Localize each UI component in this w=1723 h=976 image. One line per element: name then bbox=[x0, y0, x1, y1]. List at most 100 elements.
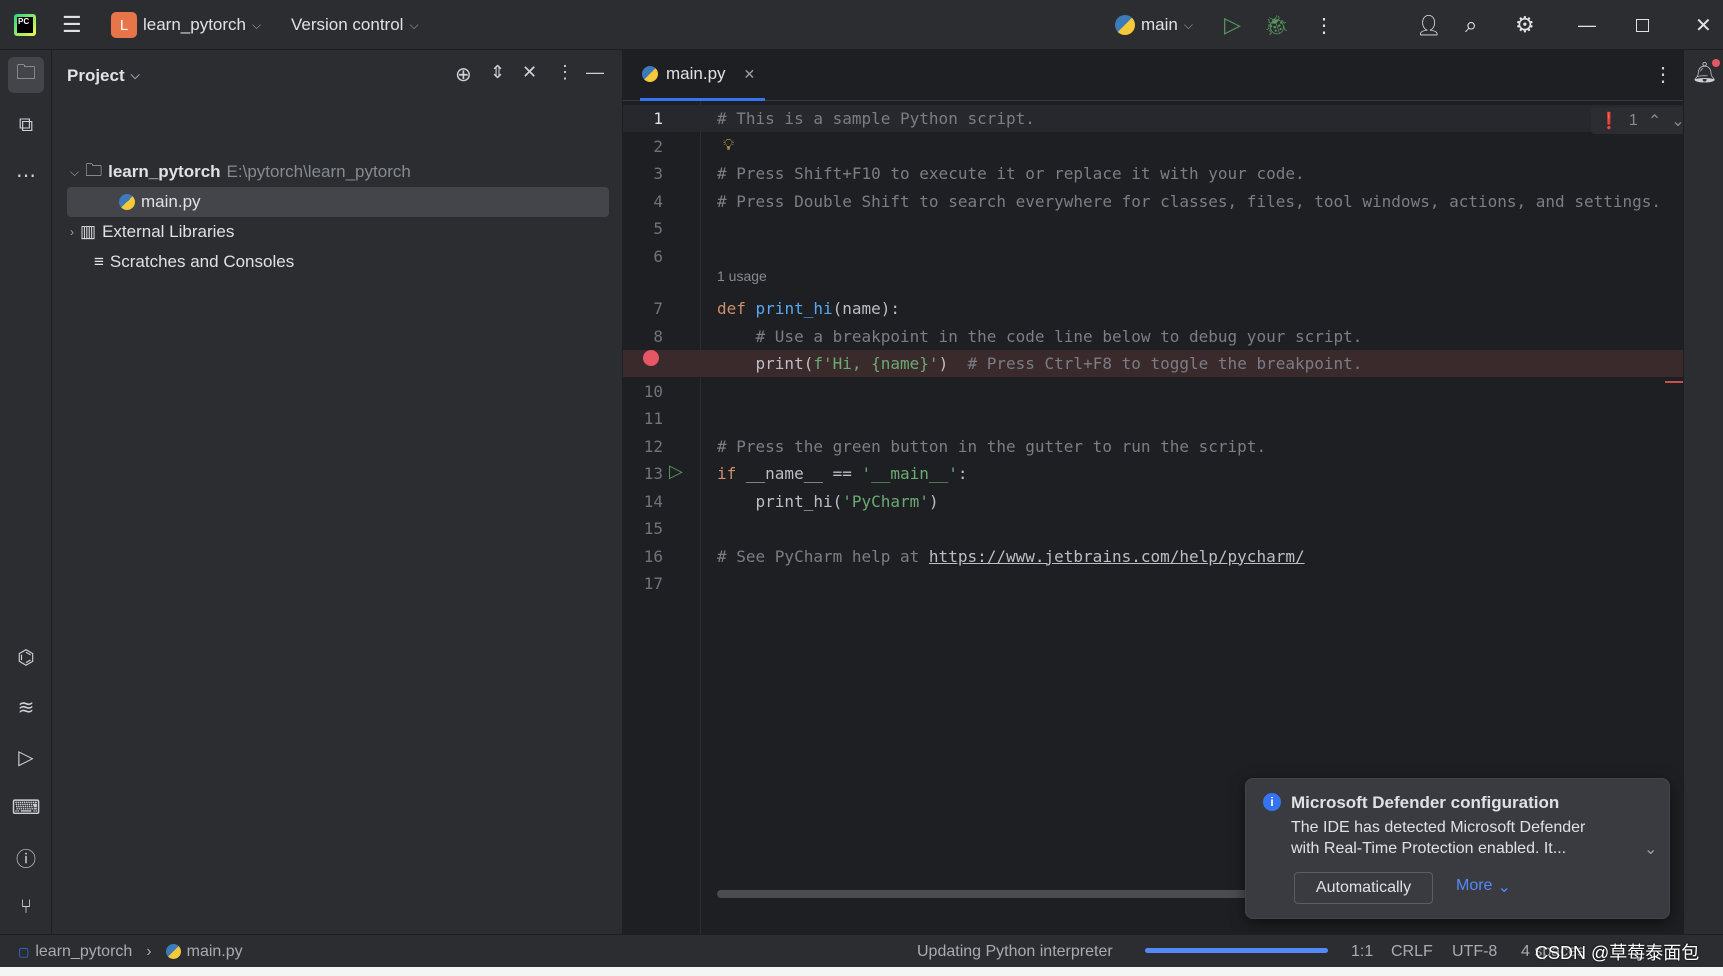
code-line[interactable]: 11 bbox=[623, 405, 1683, 432]
code-line[interactable]: 17 bbox=[623, 570, 1683, 597]
code-line[interactable]: 12 # Press the green button in the gutter… bbox=[623, 433, 1683, 460]
minimize-button[interactable]: — bbox=[1578, 0, 1596, 50]
code-line[interactable]: 3 # Press Shift+F10 to execute it or repl… bbox=[623, 160, 1683, 187]
file-encoding[interactable]: UTF-8 bbox=[1452, 935, 1497, 968]
breadcrumb-file[interactable]: main.py bbox=[187, 943, 243, 961]
breakpoint-icon[interactable] bbox=[643, 350, 659, 366]
line-number[interactable]: 7 bbox=[623, 295, 663, 322]
title-bar: PC ☰ L learn_pytorch ⌵ Version control ⌵ … bbox=[0, 0, 1723, 50]
code-line[interactable]: 4 # Press Double Shift to search everywhe… bbox=[623, 188, 1683, 215]
run-config-selector[interactable]: main ⌵ bbox=[1115, 0, 1193, 50]
line-number[interactable]: 17 bbox=[623, 570, 663, 597]
hide-panel-icon[interactable]: — bbox=[586, 62, 604, 83]
library-icon: ▥ bbox=[80, 222, 97, 241]
line-number[interactable]: 13 bbox=[623, 460, 663, 487]
problems-icon[interactable]: ⓘ bbox=[8, 839, 44, 875]
tree-item-project-root[interactable]: ⌵ 🗀︎ learn_pytorch E:\pytorch\learn_pytor… bbox=[70, 157, 411, 187]
code-line[interactable]: 6 bbox=[623, 243, 1683, 270]
python-console-icon[interactable]: ⌬ bbox=[8, 639, 44, 675]
project-tool-icon[interactable]: 🗀︎ bbox=[8, 57, 44, 93]
line-number[interactable]: 11 bbox=[623, 405, 663, 432]
locate-icon[interactable]: ⊕ bbox=[455, 62, 472, 87]
more-tools-icon[interactable]: ⋯ bbox=[8, 157, 44, 193]
close-tab-icon[interactable]: ✕ bbox=[744, 66, 756, 83]
tree-item-main-py[interactable]: main.py bbox=[67, 187, 609, 217]
expand-all-icon[interactable]: ⇕ bbox=[490, 62, 505, 83]
terminal-icon[interactable]: ⌨ bbox=[8, 789, 44, 825]
code-line[interactable]: 16 # See PyCharm help at https://www.jetb… bbox=[623, 543, 1683, 570]
background-task[interactable]: Updating Python interpreter bbox=[917, 935, 1113, 968]
code-line[interactable]: 15 bbox=[623, 515, 1683, 542]
caret-position[interactable]: 1:1 bbox=[1351, 935, 1373, 968]
notifications-icon[interactable]: 🔔︎ bbox=[1692, 59, 1721, 85]
horizontal-scrollbar[interactable] bbox=[717, 890, 1257, 898]
inspection-widget[interactable]: ❗ 1 ⌃ ⌄ bbox=[1591, 107, 1693, 134]
code-line[interactable]: 5 bbox=[623, 215, 1683, 242]
collapse-all-icon[interactable]: ✕ bbox=[522, 62, 537, 83]
breadcrumb: ▢ learn_pytorch › main.py bbox=[18, 935, 243, 968]
lightbulb-icon[interactable]: 💡︎ bbox=[723, 137, 734, 155]
git-icon[interactable]: ⑂ bbox=[8, 889, 44, 925]
code-line[interactable]: 2 bbox=[623, 133, 1683, 160]
layers-icon[interactable]: ≋ bbox=[8, 689, 44, 725]
debug-icon[interactable]: 🐞︎ bbox=[1264, 0, 1289, 50]
tree-label: Scratches and Consoles bbox=[109, 252, 295, 271]
line-number[interactable]: 16 bbox=[623, 543, 663, 570]
code-line[interactable]: 10 bbox=[623, 378, 1683, 405]
code-line[interactable]: 14 print_hi('PyCharm') bbox=[623, 488, 1683, 515]
line-number[interactable]: 8 bbox=[623, 323, 663, 350]
tab-options-icon[interactable]: ⋮ bbox=[1653, 62, 1673, 87]
code-text: # This is a sample Python script. bbox=[717, 109, 1035, 128]
python-file-icon bbox=[165, 944, 181, 959]
chevron-up-icon[interactable]: ⌃ bbox=[1648, 111, 1661, 131]
expand-icon[interactable]: ⌄ bbox=[1644, 839, 1657, 859]
tree-item-scratches[interactable]: ≡ Scratches and Consoles bbox=[94, 247, 294, 277]
tree-label: main.py bbox=[141, 192, 201, 211]
maximize-button[interactable] bbox=[1636, 0, 1649, 50]
line-number[interactable]: 10 bbox=[623, 378, 663, 405]
line-number[interactable]: 4 bbox=[623, 188, 663, 215]
python-icon bbox=[1115, 15, 1135, 35]
more-icon[interactable]: ⋮ bbox=[1314, 0, 1334, 50]
code-line[interactable]: 8 # Use a breakpoint in the code line be… bbox=[623, 323, 1683, 350]
code-line[interactable]: 7 def print_hi(name): bbox=[623, 295, 1683, 322]
line-number[interactable]: 5 bbox=[623, 215, 663, 242]
code-line[interactable]: print(f'Hi, {name}') # Press Ctrl+F8 to … bbox=[623, 350, 1683, 377]
line-separator[interactable]: CRLF bbox=[1391, 935, 1433, 968]
options-icon[interactable]: ⋮ bbox=[556, 62, 574, 83]
structure-icon[interactable]: ⧉ bbox=[8, 107, 44, 143]
notification-body: The IDE has detected Microsoft Defender bbox=[1291, 819, 1586, 836]
tab-main-py[interactable]: main.py ✕ bbox=[640, 50, 766, 101]
folder-icon: 🗀︎ bbox=[85, 160, 103, 180]
line-number[interactable]: 1 bbox=[623, 105, 663, 132]
code-line[interactable]: 13 if __name__ == '__main__': bbox=[623, 460, 1683, 487]
services-icon[interactable]: ▷ bbox=[8, 739, 44, 775]
vcs-menu[interactable]: Version control ⌵ bbox=[291, 0, 419, 50]
run-icon[interactable]: ▷ bbox=[1224, 0, 1241, 50]
line-number[interactable]: 6 bbox=[623, 243, 663, 270]
project-selector[interactable]: L learn_pytorch ⌵ bbox=[111, 0, 261, 50]
error-count: 1 bbox=[1628, 111, 1638, 129]
add-user-icon[interactable]: 👤︎ bbox=[1416, 0, 1441, 50]
main-menu-icon[interactable]: ☰ bbox=[62, 0, 82, 50]
code-line[interactable]: 1 # This is a sample Python script. bbox=[623, 105, 1683, 132]
project-badge: L bbox=[111, 12, 137, 38]
gear-icon[interactable]: ⚙ bbox=[1515, 0, 1535, 50]
more-link[interactable]: More ⌄ bbox=[1456, 877, 1511, 897]
search-icon[interactable]: ⌕ bbox=[1465, 0, 1477, 50]
close-button[interactable]: ✕ bbox=[1695, 0, 1712, 50]
automatically-button[interactable]: Automatically bbox=[1294, 872, 1433, 904]
project-panel-title[interactable]: Project ⌵ bbox=[67, 50, 140, 101]
line-number[interactable]: 2 bbox=[623, 133, 663, 160]
tree-item-external-libraries[interactable]: › ▥ External Libraries bbox=[70, 217, 234, 247]
code-text: # Press Double Shift to search everywher… bbox=[717, 191, 1662, 211]
run-gutter-icon[interactable]: ▷ bbox=[669, 461, 683, 482]
usage-hint[interactable]: 1 usage bbox=[717, 268, 767, 284]
line-number[interactable]: 12 bbox=[623, 433, 663, 460]
line-number[interactable]: 14 bbox=[623, 488, 663, 515]
line-number[interactable]: 3 bbox=[623, 160, 663, 187]
line-number[interactable]: 15 bbox=[623, 515, 663, 542]
error-stripe-marker[interactable] bbox=[1665, 381, 1683, 383]
breadcrumb-project[interactable]: learn_pytorch bbox=[35, 943, 132, 961]
status-bar: ▢ learn_pytorch › main.py Updating Pytho… bbox=[0, 934, 1723, 967]
